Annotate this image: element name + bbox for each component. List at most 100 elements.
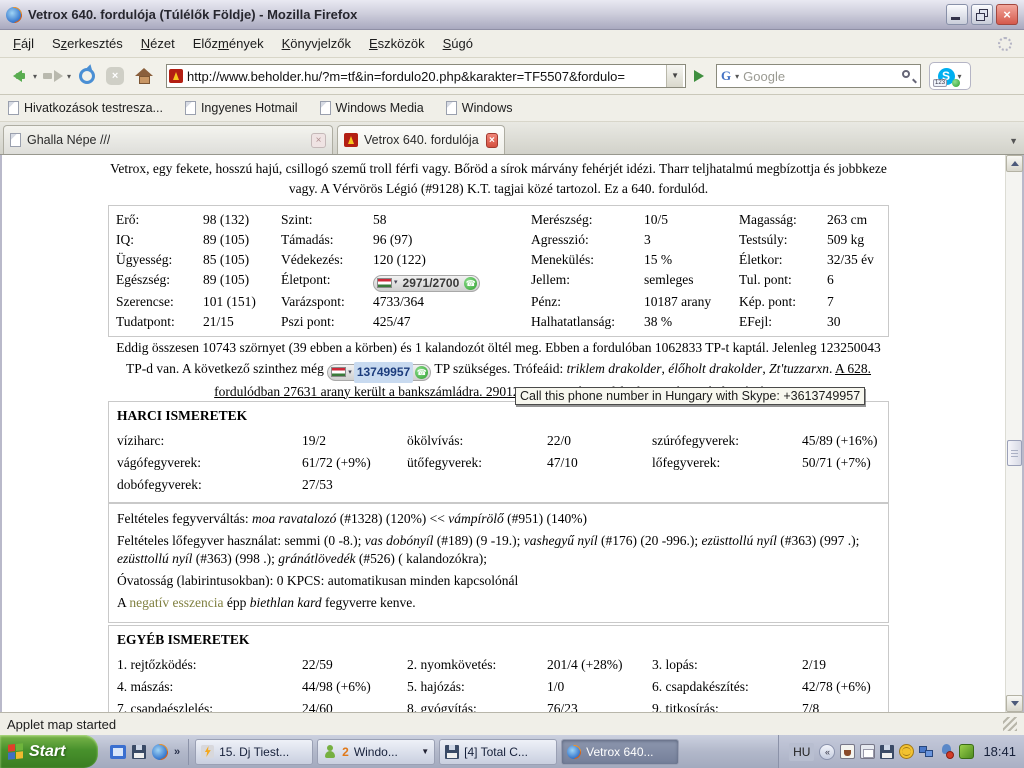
messenger-offline-tray-icon[interactable] [939, 744, 954, 759]
messenger-icon [323, 745, 337, 759]
skill-label [652, 474, 802, 496]
lifepoint-value: 2971/2700 [400, 273, 463, 293]
taskbar-button-total-commander[interactable]: [4] Total C... [439, 739, 557, 765]
scroll-up-button[interactable] [1006, 155, 1023, 172]
resize-grip[interactable] [1003, 717, 1017, 731]
stat-value: 10/5 [644, 210, 739, 230]
taskbar-button-firefox-active[interactable]: Vetrox 640... [561, 739, 679, 765]
skype-highlight[interactable]: ▾13749957☎ [327, 364, 431, 381]
skill-value: 61/72 (+9%) [302, 452, 407, 474]
menu-file[interactable]: Fájl [4, 31, 43, 56]
search-placeholder[interactable]: Google [743, 69, 898, 84]
skype-highlight[interactable]: ▾2971/2700☎ [373, 275, 480, 292]
google-logo-icon[interactable]: G [721, 68, 731, 84]
url-dropdown-button[interactable]: ▼ [666, 65, 683, 87]
menu-view[interactable]: Nézet [132, 31, 184, 56]
tab-label: Ghalla Népe /// [27, 133, 110, 147]
show-desktop-icon[interactable] [110, 745, 126, 759]
tab-strip: Ghalla Népe /// × Vetrox 640. fordulója … [0, 122, 1024, 155]
taskbar-button-messenger[interactable]: 2 Windo... ▼ [317, 739, 435, 765]
back-dropdown-icon[interactable]: ▾ [32, 72, 38, 81]
java-tray-icon[interactable] [840, 744, 855, 759]
go-button[interactable] [688, 64, 710, 88]
vertical-scrollbar[interactable] [1005, 155, 1022, 712]
start-button[interactable]: Start [0, 735, 98, 768]
tab-close-icon[interactable]: × [486, 133, 498, 148]
restore-button[interactable] [971, 4, 993, 25]
menu-tools[interactable]: Eszközök [360, 31, 434, 56]
language-indicator[interactable]: HU [789, 743, 814, 761]
skill-label: szúrófegyverek: [652, 430, 802, 452]
menu-bar: Fájl Szerkesztés Nézet Előzmények Könyvj… [0, 30, 1024, 58]
bookmark-item[interactable]: Ingyenes Hotmail [185, 101, 298, 115]
stat-value: 98 (132) [203, 210, 281, 230]
phone-icon[interactable]: ☎ [464, 277, 477, 290]
tray-chevron-icon[interactable]: « [819, 744, 835, 760]
close-button[interactable]: × [996, 4, 1018, 25]
network-tray-icon[interactable] [919, 744, 934, 759]
menu-bookmarks[interactable]: Könyvjelzők [273, 31, 360, 56]
weapon-name: vas dobónyíl [365, 533, 434, 548]
bookmark-item[interactable]: Hivatkozások testresza... [8, 101, 163, 115]
stat-value: 30 [827, 312, 881, 332]
task-label: 15. Dj Tiest... [219, 745, 289, 759]
tab-favicon [344, 133, 358, 147]
skype-toolbar-button[interactable]: S 123 ▾ [929, 62, 971, 90]
trophy-name: élőholt drakolder [668, 361, 762, 376]
firefox-shortcut-icon[interactable] [152, 744, 168, 760]
forward-dropdown-icon[interactable]: ▾ [66, 72, 72, 81]
tab-ghalla-nepe[interactable]: Ghalla Népe /// × [3, 125, 333, 154]
list-all-tabs-icon[interactable]: ▼ [1009, 136, 1018, 146]
window-frame [0, 155, 2, 735]
taskbar-button-winamp[interactable]: 15. Dj Tiest... [195, 739, 313, 765]
bookmark-item[interactable]: Windows [446, 101, 513, 115]
phone-icon[interactable]: ☎ [415, 366, 428, 379]
status-bar: Applet map started [0, 712, 1024, 735]
window-tray-icon[interactable] [860, 744, 875, 759]
tab-close-icon[interactable]: × [311, 133, 326, 148]
home-button[interactable] [134, 68, 154, 85]
skill-label [407, 474, 547, 496]
save-shortcut-icon[interactable] [132, 745, 146, 759]
skill-value [802, 474, 880, 496]
stat-value: 32/35 év [827, 250, 881, 270]
search-engine-dropdown-icon[interactable]: ▾ [734, 72, 740, 81]
stats-table: Erő:98 (132)Szint:58Merészség:10/5Magass… [108, 205, 889, 337]
bookmark-item[interactable]: Windows Media [320, 101, 424, 115]
url-text[interactable]: http://www.beholder.hu/?m=tf&in=fordulo2… [187, 69, 662, 84]
skill-value: 22/0 [547, 430, 652, 452]
quick-launch-overflow[interactable]: » [174, 746, 180, 758]
save-tray-icon[interactable] [880, 745, 894, 759]
hungary-flag-icon [331, 367, 346, 377]
reload-button[interactable] [79, 68, 95, 84]
scroll-down-button[interactable] [1006, 695, 1023, 712]
weapon-name: moa ravatalozó [252, 511, 336, 526]
scrollbar-thumb[interactable] [1007, 440, 1022, 466]
stat-value: semleges [644, 270, 739, 292]
search-input[interactable]: G ▾ Google [716, 64, 921, 88]
skill-label: 1. rejtőzködés: [117, 654, 302, 676]
menu-edit[interactable]: Szerkesztés [43, 31, 132, 56]
stat-value-lifepoint: ▾2971/2700☎ [373, 270, 531, 292]
url-bar[interactable]: http://www.beholder.hu/?m=tf&in=fordulo2… [166, 64, 686, 88]
chevron-down-icon[interactable]: ▼ [421, 747, 429, 756]
shield-tray-icon[interactable] [959, 744, 974, 759]
back-button[interactable] [6, 64, 30, 88]
section-title: HARCI ISMERETEK [117, 408, 880, 424]
stat-value: 89 (105) [203, 230, 281, 250]
stat-label: Agresszió: [531, 230, 644, 250]
stat-label: Tul. pont: [739, 270, 827, 292]
skype-status-icon [952, 79, 960, 87]
skill-label: dobófegyverek: [117, 474, 302, 496]
stat-label: Merészség: [531, 210, 644, 230]
globe-tray-icon[interactable] [899, 744, 914, 759]
menu-history[interactable]: Előzmények [184, 31, 273, 56]
forward-button[interactable] [40, 64, 64, 88]
tab-vetrox-active[interactable]: Vetrox 640. fordulója (Túl... × [337, 125, 505, 154]
stop-button[interactable]: × [106, 67, 124, 85]
status-text: Applet map started [7, 717, 116, 732]
search-icon[interactable] [901, 69, 916, 84]
menu-help[interactable]: Súgó [434, 31, 482, 56]
minimize-button[interactable] [946, 4, 968, 25]
start-label: Start [29, 743, 65, 761]
